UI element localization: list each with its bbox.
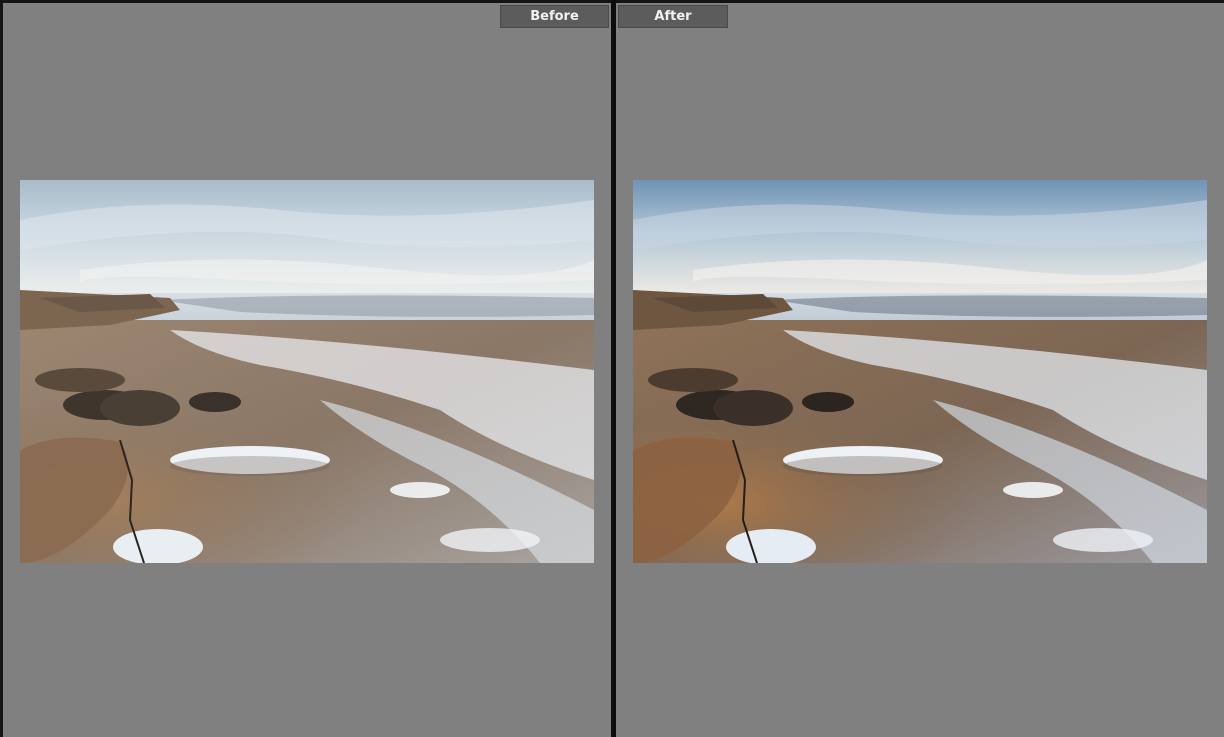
before-label: Before — [500, 5, 609, 28]
before-after-viewer: Before After — [0, 0, 1224, 737]
after-photo[interactable] — [633, 180, 1207, 563]
before-photo[interactable] — [20, 180, 594, 563]
before-pane[interactable]: Before — [3, 3, 611, 737]
after-label: After — [618, 5, 728, 28]
after-pane[interactable]: After — [616, 3, 1224, 737]
